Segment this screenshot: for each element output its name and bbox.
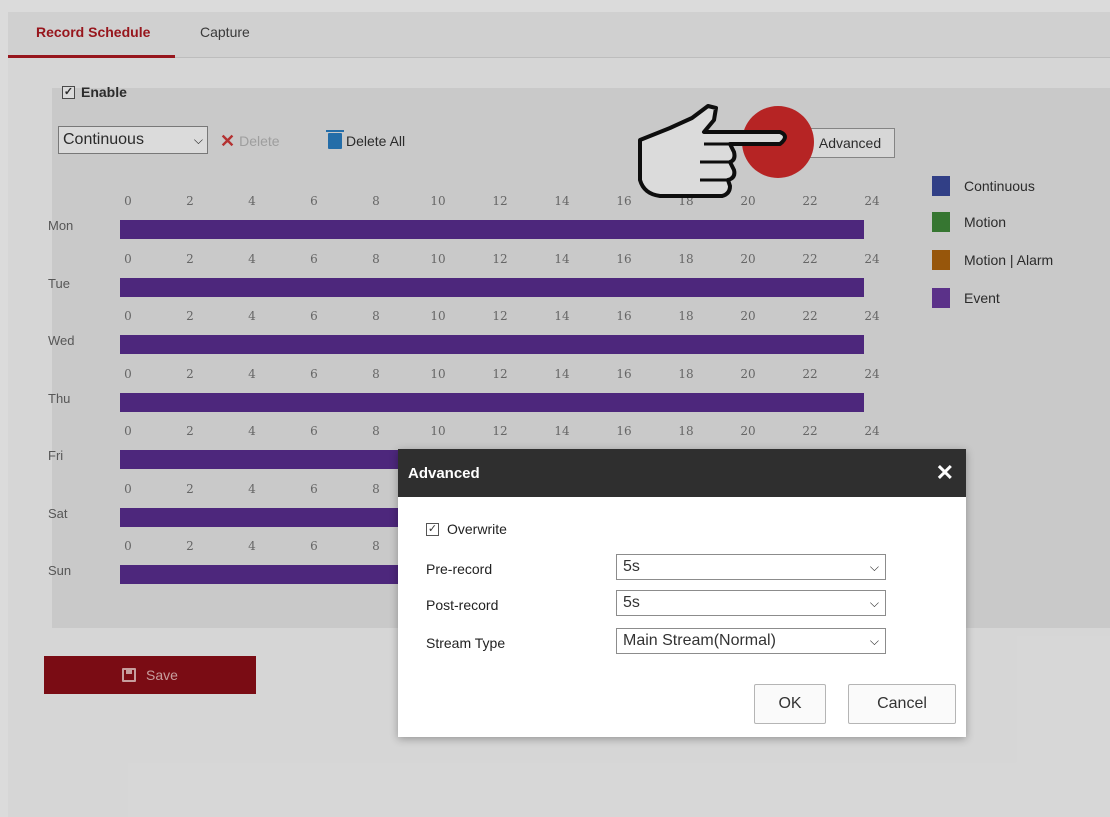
stream-type-value: Main Stream(Normal) — [623, 632, 776, 649]
stream-type-label: Stream Type — [426, 635, 506, 651]
advanced-dialog: Advanced ✕ ✓ Overwrite Pre-record 5s ⌵ P… — [398, 449, 966, 737]
post-record-label: Post-record — [426, 597, 499, 613]
overwrite-label: Overwrite — [447, 521, 507, 537]
chevron-down-icon: ⌵ — [869, 595, 879, 610]
chevron-down-icon: ⌵ — [869, 559, 879, 574]
pre-record-value: 5s — [623, 558, 640, 575]
pre-record-select[interactable]: 5s ⌵ — [616, 554, 886, 580]
overwrite-checkbox-row[interactable]: ✓ Overwrite — [426, 521, 507, 537]
close-icon[interactable]: ✕ — [936, 460, 954, 486]
pre-record-label: Pre-record — [426, 561, 493, 577]
dialog-title: Advanced — [408, 464, 480, 482]
checkbox-icon[interactable]: ✓ — [426, 522, 439, 536]
stream-type-select[interactable]: Main Stream(Normal) ⌵ — [616, 628, 886, 654]
chevron-down-icon: ⌵ — [869, 633, 879, 648]
ok-button[interactable]: OK — [754, 684, 826, 724]
dialog-header: Advanced ✕ — [398, 449, 966, 497]
post-record-select[interactable]: 5s ⌵ — [616, 590, 886, 616]
post-record-value: 5s — [623, 594, 640, 611]
cancel-button[interactable]: Cancel — [848, 684, 956, 724]
